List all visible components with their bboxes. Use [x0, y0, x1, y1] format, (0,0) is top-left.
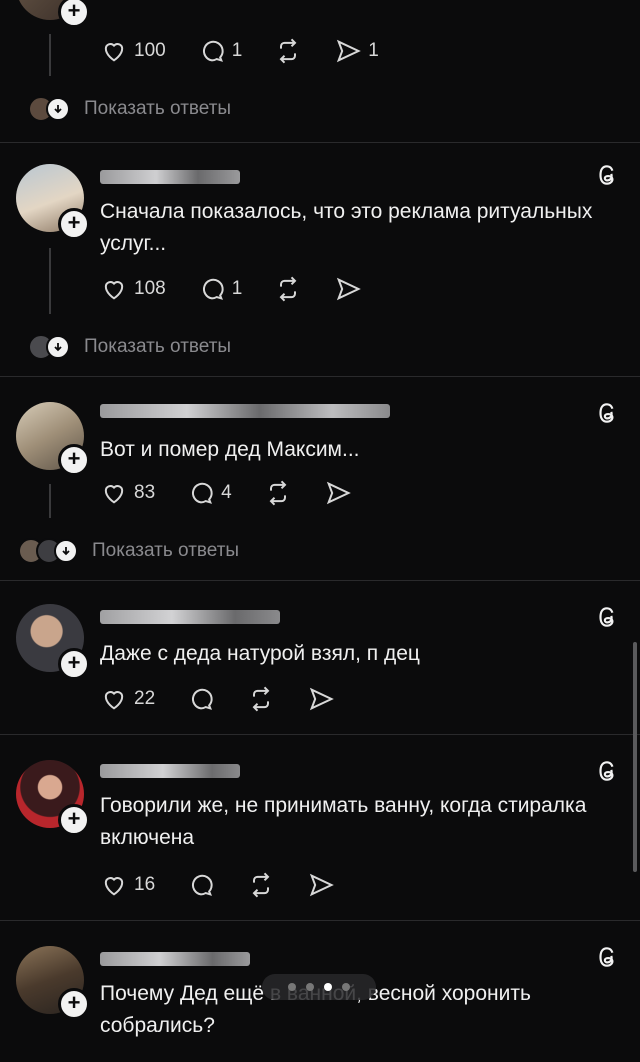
post-actions: 108 1 — [100, 274, 394, 304]
threads-logo-icon — [599, 403, 614, 423]
like-button[interactable]: 16 — [100, 871, 155, 899]
username-blurred[interactable] — [100, 404, 390, 418]
username-blurred[interactable] — [100, 764, 240, 778]
arrow-down-icon — [54, 539, 78, 563]
page-dot — [288, 983, 296, 991]
repost-icon — [269, 480, 287, 506]
comment-icon — [202, 278, 224, 300]
post-text: Вот и помер дед Максим... — [100, 438, 360, 461]
comment-icon — [202, 40, 224, 62]
follow-plus-icon[interactable]: + — [58, 648, 90, 680]
post-text: Говорили же, не принимать ванну, когда с… — [100, 794, 587, 849]
arrow-down-icon — [46, 97, 70, 121]
username-blurred[interactable] — [100, 170, 240, 184]
threads-logo-icon — [599, 607, 614, 627]
heart-icon — [104, 691, 124, 710]
reply-button[interactable]: 1 — [198, 37, 242, 65]
reply-button[interactable]: 1 — [198, 275, 242, 303]
comment-icon — [192, 874, 213, 896]
separator — [0, 920, 640, 921]
repost-button[interactable] — [264, 479, 292, 507]
heart-icon — [104, 877, 124, 896]
send-icon — [326, 481, 351, 505]
follow-plus-icon[interactable]: + — [58, 804, 90, 836]
heart-icon — [104, 485, 124, 504]
follow-plus-icon[interactable]: + — [58, 444, 90, 476]
show-replies-label: Показать ответы — [92, 540, 240, 561]
like-button[interactable]: 108 — [100, 275, 166, 303]
share-button[interactable] — [307, 685, 335, 713]
show-replies[interactable]: Показать ответы — [18, 538, 239, 564]
post-text: Сначала показалось, что это реклама риту… — [100, 200, 593, 255]
username-blurred[interactable] — [100, 952, 250, 966]
repost-button[interactable] — [247, 685, 275, 713]
thread-line — [49, 248, 51, 314]
send-icon — [337, 277, 362, 301]
like-button[interactable]: 22 — [100, 685, 155, 713]
page-dot — [306, 983, 314, 991]
repost-button[interactable] — [274, 37, 302, 65]
share-button[interactable] — [334, 275, 362, 303]
page-dot — [342, 983, 350, 991]
page-indicator — [262, 974, 376, 1000]
thread-line — [49, 484, 51, 518]
follow-plus-icon[interactable]: + — [58, 208, 90, 240]
show-replies[interactable]: Показать ответы — [28, 334, 231, 360]
repost-button[interactable] — [274, 275, 302, 303]
share-button[interactable] — [307, 871, 335, 899]
post-actions: 22 — [100, 684, 367, 714]
separator — [0, 734, 640, 735]
username-blurred[interactable] — [100, 610, 280, 624]
send-icon — [337, 39, 362, 63]
comment-icon — [192, 482, 213, 504]
like-button[interactable]: 83 — [100, 479, 155, 507]
post-actions: 83 4 — [100, 478, 384, 508]
send-icon — [310, 873, 334, 897]
reply-button[interactable] — [187, 871, 215, 899]
repost-icon — [279, 276, 297, 302]
repost-button[interactable] — [247, 871, 275, 899]
share-button[interactable] — [324, 479, 352, 507]
post-actions: 100 1 1 — [100, 36, 411, 66]
page-dot-active — [324, 983, 332, 991]
arrow-down-icon — [46, 335, 70, 359]
heart-icon — [104, 281, 124, 300]
thread-line — [49, 34, 51, 76]
show-replies-label: Показать ответы — [84, 336, 232, 357]
show-replies-label: Показать ответы — [84, 98, 232, 119]
repost-icon — [279, 38, 297, 64]
reply-button[interactable] — [187, 685, 215, 713]
repost-icon — [252, 872, 270, 898]
post-actions: 16 — [100, 870, 367, 900]
separator — [0, 376, 640, 377]
threads-logo-icon — [599, 761, 614, 781]
follow-plus-icon[interactable]: + — [58, 0, 90, 28]
separator — [0, 580, 640, 581]
follow-plus-icon[interactable]: + — [58, 988, 90, 1020]
separator — [0, 142, 640, 143]
reply-button[interactable]: 4 — [187, 479, 232, 507]
comment-icon — [192, 688, 213, 710]
threads-logo-icon — [599, 947, 614, 967]
heart-icon — [104, 43, 124, 62]
post-text: Даже с деда натурой взял, п дец — [100, 642, 420, 665]
repost-icon — [252, 686, 270, 712]
share-button[interactable]: 1 — [334, 37, 379, 65]
send-icon — [310, 687, 334, 711]
show-replies[interactable]: Показать ответы — [28, 96, 231, 122]
like-button[interactable]: 100 — [100, 37, 166, 65]
threads-logo-icon — [599, 165, 614, 185]
scrollbar[interactable] — [633, 642, 637, 872]
